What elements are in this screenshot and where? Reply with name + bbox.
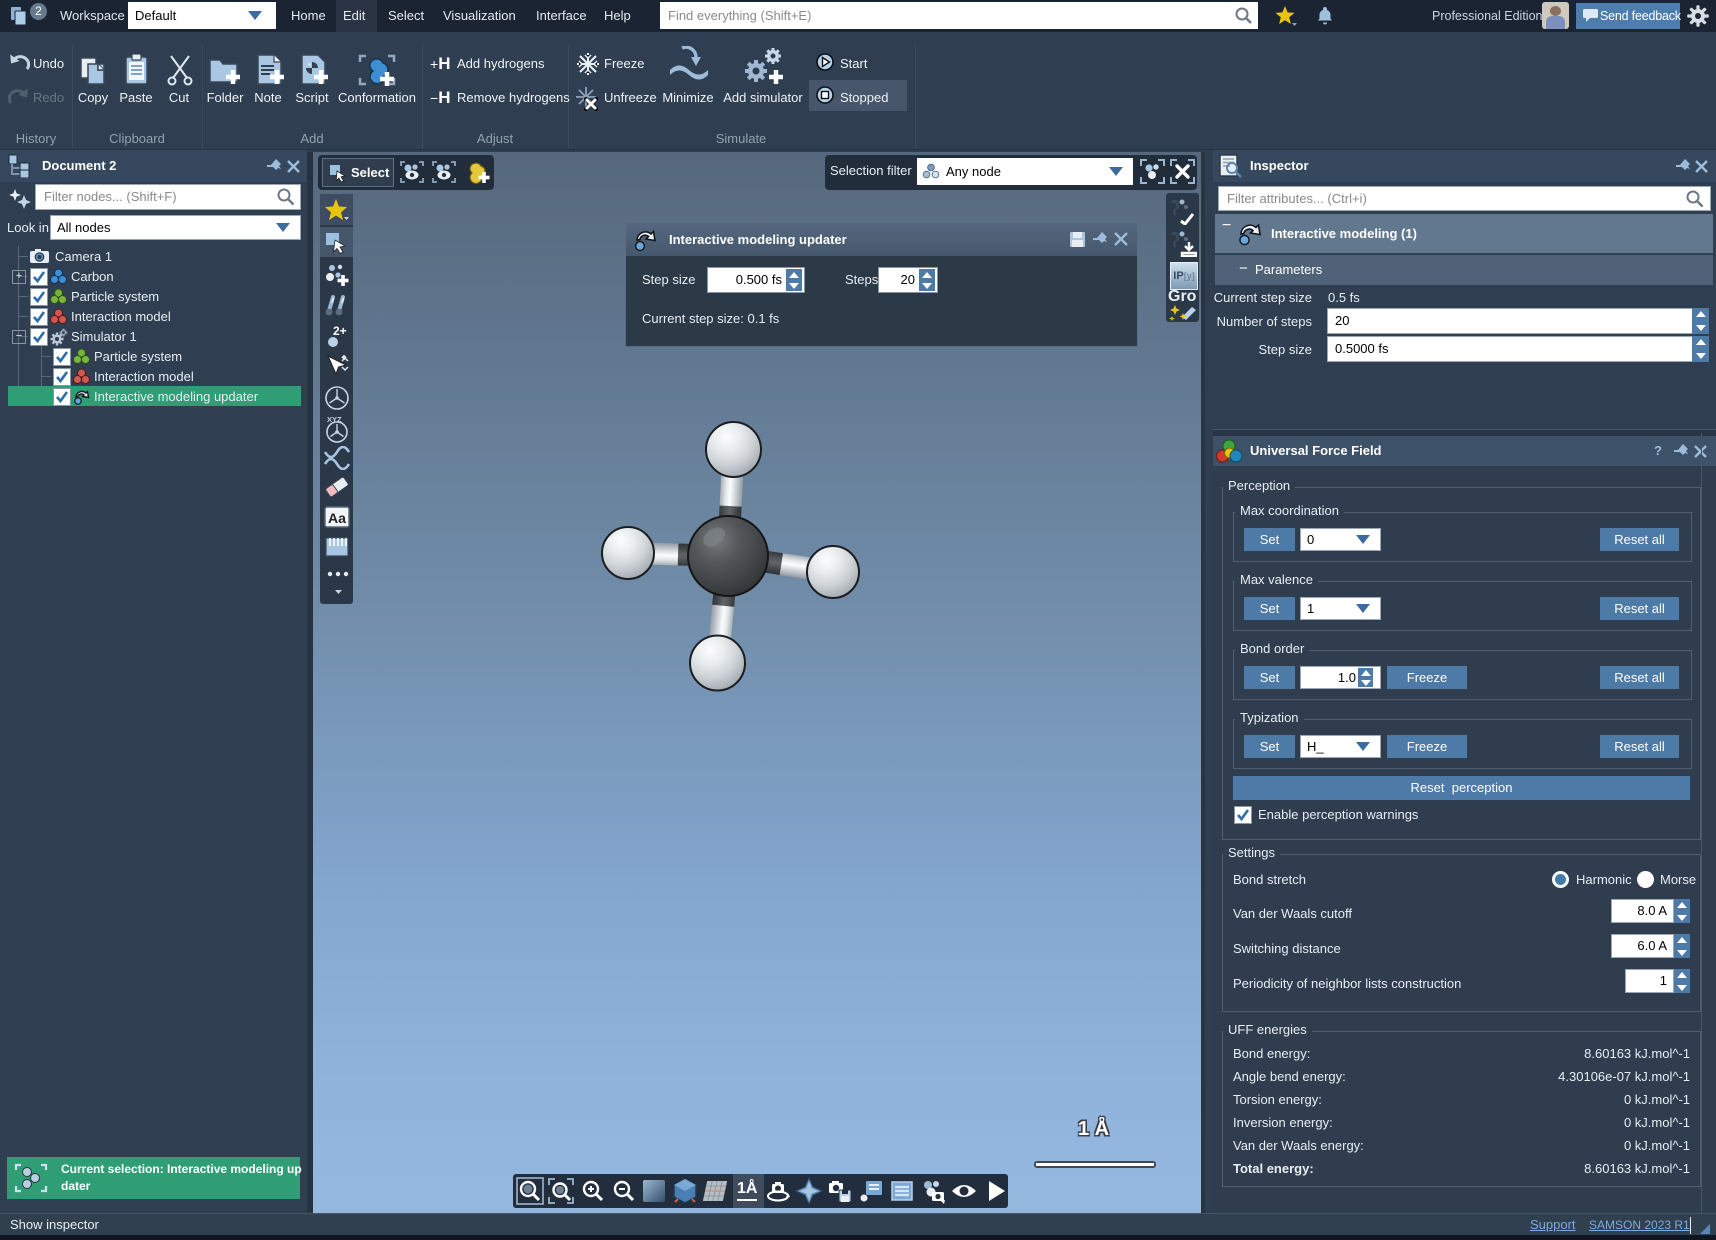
svg-text:Aa: Aa <box>328 510 346 526</box>
svg-text:2+: 2+ <box>333 324 347 338</box>
